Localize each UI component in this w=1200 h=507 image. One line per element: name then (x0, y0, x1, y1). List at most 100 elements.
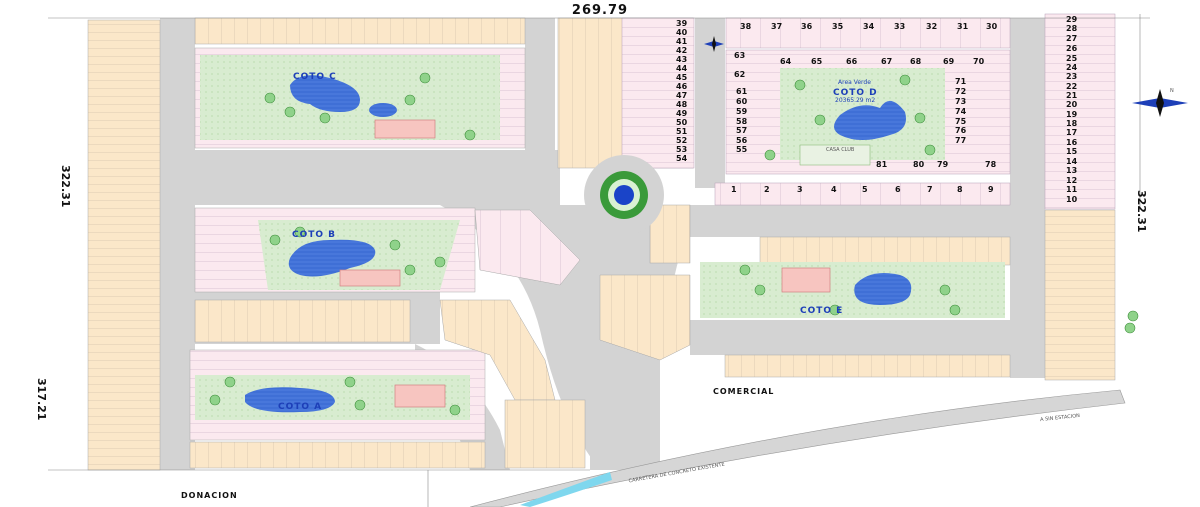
lots-column-10-29 (1044, 13, 1116, 210)
lot-number: 19 (1066, 110, 1078, 119)
lot-number: 7 (927, 185, 933, 194)
coto-a-label: COTO A (278, 402, 323, 412)
lot-number: 6 (895, 185, 901, 194)
lot-number: 49 (676, 109, 688, 118)
lots-top-left (194, 17, 526, 45)
lot-number: 38 (740, 22, 752, 31)
lot-number: 71 (955, 77, 967, 86)
lot-number: 3 (797, 185, 803, 194)
lot-number: 50 (676, 118, 688, 127)
lot-number: 72 (955, 87, 967, 96)
lot-number: 51 (676, 127, 688, 136)
lot-number: 56 (736, 136, 748, 145)
lot-number: 75 (955, 117, 967, 126)
lot-number: 70 (973, 57, 985, 66)
lot-number: 66 (846, 57, 858, 66)
lot-number: 33 (894, 22, 906, 31)
lot-number: 60 (736, 97, 748, 106)
lots-far-left (87, 19, 161, 471)
lot-number: 13 (1066, 166, 1078, 175)
lot-number: 68 (910, 57, 922, 66)
lot-number: 78 (985, 160, 997, 169)
roundabout (584, 155, 664, 235)
lot-number: 57 (736, 126, 748, 135)
lot-number: 21 (1066, 91, 1078, 100)
lot-number: 18 (1066, 119, 1078, 128)
lot-number: 10 (1066, 195, 1078, 204)
coto-c-block (194, 47, 526, 149)
lot-number: 58 (736, 117, 748, 126)
lots-right-strip (1044, 209, 1116, 381)
coto-a-block (189, 349, 486, 469)
lot-number: 54 (676, 154, 688, 163)
lot-number: 24 (1066, 63, 1078, 72)
lot-number: 4 (831, 185, 837, 194)
lot-number: 26 (1066, 44, 1078, 53)
lot-number: 31 (957, 22, 969, 31)
lot-number: 39 (676, 19, 688, 28)
coto-e-label: COTO E (800, 306, 844, 316)
site-plan-map (0, 0, 1200, 507)
dimension-right: 322.31 (1135, 190, 1148, 233)
lot-number: 22 (1066, 82, 1078, 91)
lot-number: 67 (881, 57, 893, 66)
lot-number: 59 (736, 107, 748, 116)
lot-number: 63 (734, 51, 746, 60)
lot-number: 43 (676, 55, 688, 64)
lot-number: 48 (676, 100, 688, 109)
lot-number: 53 (676, 145, 688, 154)
lot-number: 15 (1066, 147, 1078, 156)
lot-number: 52 (676, 136, 688, 145)
lot-number: 36 (801, 22, 813, 31)
lot-number: 17 (1066, 128, 1078, 137)
lot-number: 73 (955, 97, 967, 106)
dimension-left-upper: 322.31 (59, 165, 72, 208)
lot-number: 80 (913, 160, 925, 169)
lot-number: 79 (937, 160, 949, 169)
lot-number: 16 (1066, 138, 1078, 147)
area-verde-label: Area Verde (838, 79, 871, 86)
lot-number: 29 (1066, 15, 1078, 24)
lot-number: 76 (955, 126, 967, 135)
lot-number: 40 (676, 28, 688, 37)
lot-number: 47 (676, 91, 688, 100)
casa-club-label: CASA CLUB (826, 147, 855, 153)
donacion-label: DONACION (181, 491, 238, 500)
lot-number: 42 (676, 46, 688, 55)
lot-number: 62 (734, 70, 746, 79)
area-verde-sub: 20365.29 m2 (835, 97, 876, 104)
lot-number: 28 (1066, 24, 1078, 33)
lot-number: 45 (676, 73, 688, 82)
lot-number: 74 (955, 107, 967, 116)
lot-number: 25 (1066, 54, 1078, 63)
lot-number: 35 (832, 22, 844, 31)
lot-number: 69 (943, 57, 955, 66)
lot-number: 44 (676, 64, 688, 73)
compass-label: N (1170, 88, 1174, 94)
lot-number: 11 (1066, 185, 1078, 194)
lot-number: 14 (1066, 157, 1078, 166)
lot-number: 20 (1066, 100, 1078, 109)
lots-boulevard-left-3 (504, 399, 586, 469)
lot-number: 32 (926, 22, 938, 31)
lot-number: 55 (736, 145, 748, 154)
dimension-left-lower: 317.21 (35, 378, 48, 421)
lot-number: 27 (1066, 34, 1078, 43)
lot-number: 41 (676, 37, 688, 46)
lot-number: 12 (1066, 176, 1078, 185)
coto-b-block (194, 207, 476, 293)
comercial-label: COMERCIAL (713, 387, 775, 396)
lot-number: 5 (862, 185, 868, 194)
lot-number: 23 (1066, 72, 1078, 81)
lot-number: 65 (811, 57, 823, 66)
lots-middle-left (194, 299, 411, 343)
lot-number: 8 (957, 185, 963, 194)
lot-number: 77 (955, 136, 967, 145)
lot-number: 61 (736, 87, 748, 96)
dimension-top: 269.79 (571, 3, 629, 18)
lot-number: 64 (780, 57, 792, 66)
coto-c-label: COTO C (293, 72, 337, 82)
lot-number: 2 (764, 185, 770, 194)
lot-number: 1 (731, 185, 737, 194)
lot-number: 9 (988, 185, 994, 194)
